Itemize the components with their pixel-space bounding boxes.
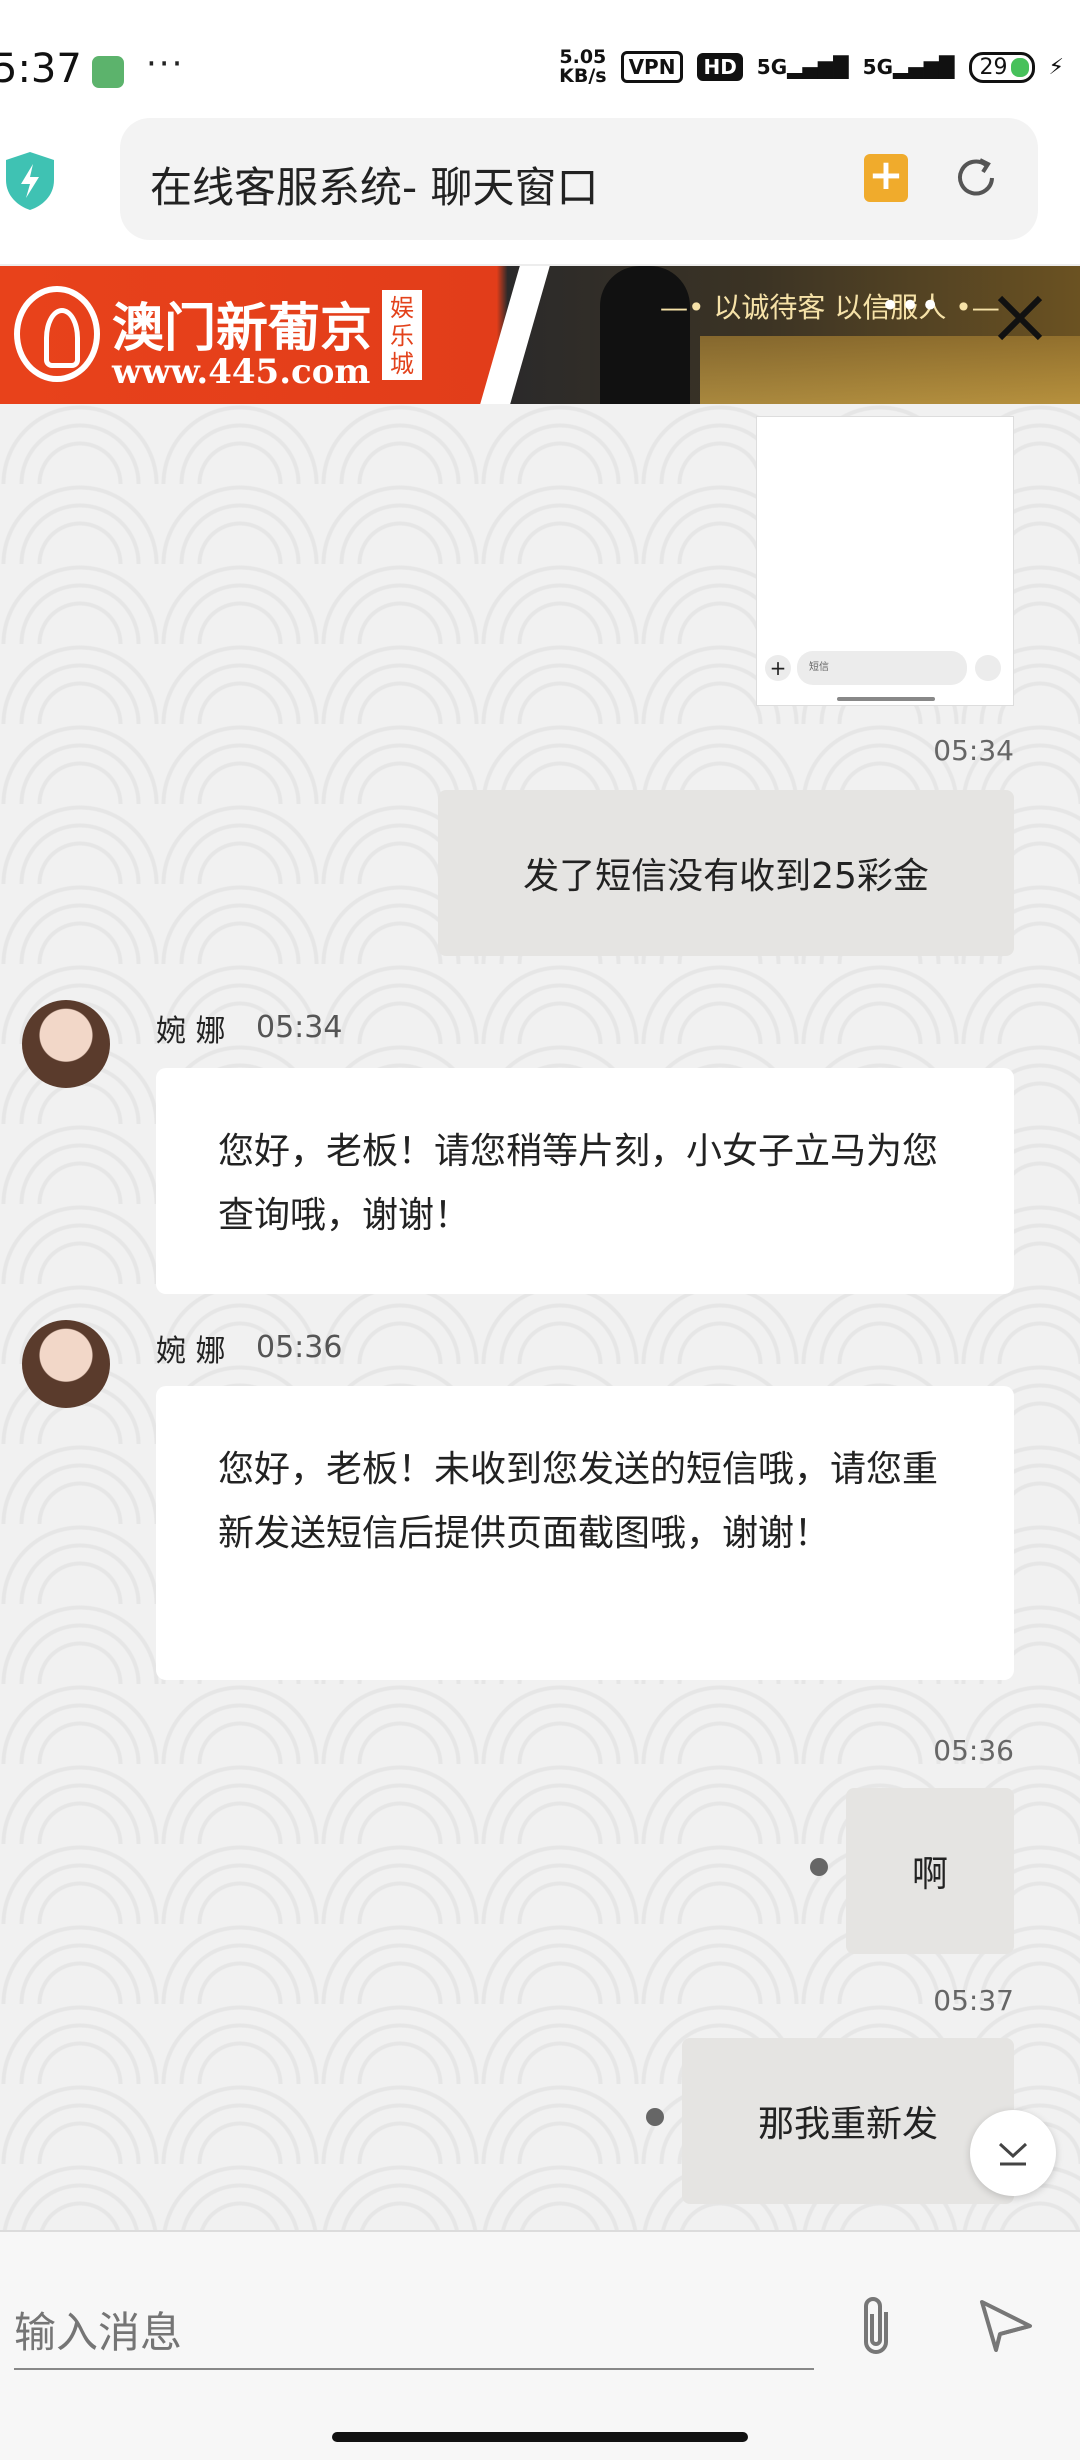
send-icon[interactable] xyxy=(976,2296,1034,2354)
vpn-badge: VPN xyxy=(620,51,684,83)
charging-icon: ⚡ xyxy=(1048,54,1064,80)
message-bubble-outgoing[interactable]: 那我重新发 xyxy=(682,2038,1014,2204)
shield-bolt-icon[interactable] xyxy=(2,150,58,212)
reload-icon[interactable] xyxy=(950,152,1002,204)
status-bar: 5:37 ··· 5.05 KB/s VPN HD 5G▂▄▆█ 5G▂▄▆█ … xyxy=(0,0,1080,120)
avatar[interactable] xyxy=(22,1320,110,1408)
message-bubble-incoming[interactable]: 您好，老板！未收到您发送的短信哦，请您重新发送短信后提供页面截图哦，谢谢！ xyxy=(156,1386,1014,1680)
signal-sim2-icon: 5G▂▄▆█ xyxy=(862,55,955,79)
image-message[interactable]: + 短信 xyxy=(756,416,1014,706)
more-notifications-icon: ··· xyxy=(146,44,185,84)
banner-divider xyxy=(480,266,550,404)
message-bubble-outgoing[interactable]: 啊 xyxy=(846,1788,1014,1954)
message-bubble-incoming[interactable]: 您好，老板！请您稍等片刻，小女子立马为您查询哦，谢谢！ xyxy=(156,1068,1014,1294)
close-icon[interactable] xyxy=(990,288,1050,348)
network-speed: 5.05 KB/s xyxy=(559,46,607,87)
read-status-dot-icon xyxy=(810,1858,828,1876)
signal-sim1-icon: 5G▂▄▆█ xyxy=(756,55,849,79)
chat-area[interactable]: + 短信 05:34 发了短信没有收到25彩金 婉 娜 05:34 您好，老板！… xyxy=(0,404,1080,2230)
address-bar[interactable]: 在线客服系统- 聊天窗口 xyxy=(120,118,1038,240)
sender-name: 婉 娜 xyxy=(156,1334,226,1369)
message-bubble-outgoing[interactable]: 发了短信没有收到25彩金 xyxy=(438,790,1014,956)
banner-slogan: —• 以诚待客 以信服人 •— xyxy=(660,291,1000,324)
hd-badge: HD xyxy=(697,53,743,81)
paperclip-icon[interactable] xyxy=(852,2292,900,2362)
banner-title: 澳门新葡京 xyxy=(112,298,373,359)
message-composer xyxy=(0,2230,1080,2460)
scroll-down-icon xyxy=(998,2142,1028,2166)
scroll-down-button[interactable] xyxy=(970,2110,1056,2196)
thumb-plus-icon: + xyxy=(765,655,791,681)
thumb-input: 短信 xyxy=(797,651,967,685)
avatar[interactable] xyxy=(22,1000,110,1088)
thumb-send-icon xyxy=(975,655,1001,681)
ad-banner[interactable]: 澳门新葡京 www.445.com 娱乐城 —• 以诚待客 以信服人 •— ••… xyxy=(0,266,1080,404)
sender-name: 婉 娜 xyxy=(156,1014,226,1049)
banner-url: www.445.com xyxy=(112,352,371,392)
page-title: 在线客服系统- 聊天窗口 xyxy=(150,163,599,212)
read-status-dot-icon xyxy=(646,2108,664,2126)
add-bookmark-icon[interactable] xyxy=(864,150,908,202)
message-time: 05:36 xyxy=(933,1734,1014,1767)
message-time: 05:34 xyxy=(933,734,1014,767)
battery-icon: 29 xyxy=(968,51,1035,83)
message-time: 05:37 xyxy=(933,1984,1014,2017)
message-time: 05:34 xyxy=(256,1010,343,1045)
app-notification-icon xyxy=(92,56,124,88)
message-time: 05:36 xyxy=(256,1330,343,1365)
brand-logo-icon xyxy=(14,286,100,382)
status-indicators: 5.05 KB/s VPN HD 5G▂▄▆█ 5G▂▄▆█ 29 ⚡ xyxy=(559,48,1064,86)
status-time: 5:37 xyxy=(0,46,82,92)
message-input[interactable] xyxy=(14,2296,814,2370)
banner-more-icon[interactable]: ••• xyxy=(880,286,940,326)
banner-tag: 娱乐城 xyxy=(382,290,422,380)
home-indicator[interactable] xyxy=(332,2432,748,2442)
